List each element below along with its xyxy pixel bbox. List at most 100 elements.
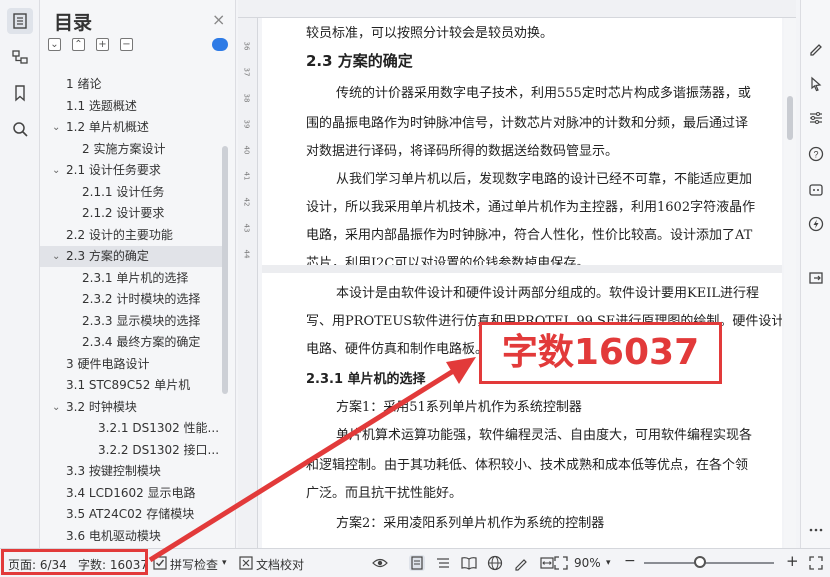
remove-heading-button[interactable]: − bbox=[120, 38, 133, 51]
ruler-number: 42 bbox=[242, 197, 251, 207]
lightning-icon[interactable] bbox=[808, 216, 824, 232]
zoom-out-button[interactable]: − bbox=[624, 553, 636, 569]
toc-scrollbar[interactable] bbox=[222, 146, 228, 394]
document-text-line[interactable]: 围的晶振电路作为时钟脉冲信号，计数芯片对脉冲的计数和分频，最后通过译 bbox=[306, 112, 748, 131]
document-text-line[interactable]: 本设计是由软件设计和硬件设计两部分组成的。软件设计要用KEIL进行程 bbox=[336, 282, 759, 301]
web-view-icon[interactable] bbox=[487, 555, 503, 571]
eye-icon[interactable] bbox=[372, 555, 388, 571]
document-heading[interactable]: 2.3.1 单片机的选择 bbox=[306, 368, 426, 387]
document-text-line[interactable]: 电路，采用内部晶振作为时钟脉冲，符合人性化，性价比较高。设计添加了AT bbox=[306, 224, 752, 243]
document-text-line[interactable]: 方案1：采用51系列单片机作为系统控制器 bbox=[336, 396, 582, 415]
toc-item[interactable]: 3.2.1 DS1302 性能... bbox=[40, 418, 224, 439]
pen-icon[interactable] bbox=[808, 40, 824, 56]
document-text-line[interactable]: 和逻辑控制。由于其功耗低、体积较小、技术成熟和成本低等优点，在各个领 bbox=[306, 454, 748, 473]
add-heading-button[interactable]: + bbox=[96, 38, 109, 51]
toc-item-label: 2.3.1 单片机的选择 bbox=[82, 270, 189, 285]
toc-item[interactable]: 3.3 按键控制模块 bbox=[40, 461, 224, 482]
toc-item-label: 2.3.2 计时模块的选择 bbox=[82, 292, 201, 306]
collapse-all-button[interactable]: ⌄ bbox=[48, 38, 61, 51]
toc-item[interactable]: 2.1.2 设计要求 bbox=[40, 203, 224, 224]
toc-item[interactable]: 3.1 STC89C52 单片机 bbox=[40, 375, 224, 396]
outline-view-icon[interactable] bbox=[435, 555, 451, 571]
word-count-callout: 字数16037 bbox=[479, 322, 722, 384]
bookmark-button[interactable] bbox=[7, 80, 33, 106]
toc-item-label: 2.3.3 显示模块的选择 bbox=[82, 313, 201, 328]
reading-view-icon[interactable] bbox=[461, 555, 477, 571]
chevron-down-icon[interactable]: ⌄ bbox=[52, 246, 60, 267]
ruler-number: 37 bbox=[242, 67, 251, 77]
toc-item[interactable]: 2.3.3 显示模块的选择 bbox=[40, 311, 224, 332]
spell-check-dropdown-icon[interactable]: ▾ bbox=[222, 558, 227, 568]
zoom-in-button[interactable]: + bbox=[786, 552, 799, 570]
document-text-line[interactable]: 单片机算术运算功能强，软件编程灵活、自由度大，可用软件编程实现各 bbox=[336, 424, 752, 443]
write-view-icon[interactable] bbox=[513, 555, 529, 571]
document-text-line[interactable]: 设计，所以我采用单片机技术，通过单片机作为主控器，利用1602字符液晶作 bbox=[306, 196, 755, 215]
toc-item[interactable]: 3.6 电机驱动模块 bbox=[40, 526, 224, 547]
toc-item[interactable]: ⌄ 1.2 单片机概述 bbox=[40, 117, 224, 138]
document-page[interactable]: 较员标准，可以按照分计较会是较员劝换。 2.3 方案的确定传统的计价器采用数字电子… bbox=[262, 18, 782, 548]
toc-panel-button[interactable] bbox=[7, 8, 33, 34]
document-text-line[interactable]: 方案2：采用凌阳系列单片机作为系统的控制器 bbox=[336, 512, 604, 531]
horizontal-ruler[interactable] bbox=[238, 0, 796, 18]
toc-item-label: 3.2 时钟模块 bbox=[66, 399, 137, 414]
toc-item[interactable]: ⌄ 2.1 设计任务要求 bbox=[40, 160, 224, 181]
cloud-sync-icon[interactable] bbox=[212, 38, 228, 51]
cursor-icon[interactable] bbox=[808, 76, 824, 92]
sliders-icon[interactable] bbox=[808, 110, 824, 126]
ai-assistant-icon[interactable] bbox=[808, 182, 824, 198]
right-tools-rail: ? bbox=[800, 0, 830, 548]
zoom-slider-handle[interactable] bbox=[694, 556, 706, 568]
export-icon[interactable] bbox=[808, 270, 824, 286]
chevron-down-icon[interactable]: ⌄ bbox=[52, 397, 60, 418]
ruler-number: 40 bbox=[242, 145, 251, 155]
ruler-number: 44 bbox=[242, 249, 251, 259]
toc-item[interactable]: 2.3.4 最终方案的确定 bbox=[40, 332, 224, 353]
search-button[interactable] bbox=[7, 116, 33, 142]
document-text-line[interactable]: 对数据进行译码，将译码所得的数据送给数码管显示。 bbox=[306, 140, 618, 159]
zoom-dropdown-icon[interactable]: ▾ bbox=[606, 558, 611, 568]
toc-item[interactable]: 2.3.1 单片机的选择 bbox=[40, 268, 224, 289]
scrollbar-thumb[interactable] bbox=[787, 96, 793, 140]
help-icon[interactable]: ? bbox=[808, 146, 824, 162]
navigation-button[interactable] bbox=[7, 44, 33, 70]
document-text-line[interactable]: 传统的计价器采用数字电子技术，利用555定时芯片构成多谐振荡器，或 bbox=[336, 82, 751, 101]
outline-icon bbox=[12, 50, 28, 64]
toc-item[interactable]: 2.1.1 设计任务 bbox=[40, 182, 224, 203]
toc-item-label: 1 绪论 bbox=[66, 77, 102, 91]
doc-check-button[interactable]: 文档校对 bbox=[256, 556, 304, 573]
document-text-line[interactable]: 较员标准，可以按照分计较会是较员劝换。 bbox=[306, 22, 553, 41]
page-view-icon[interactable] bbox=[409, 555, 425, 571]
toc-item[interactable]: ⌄ 3.2 时钟模块 bbox=[40, 397, 224, 418]
fullscreen-icon[interactable] bbox=[553, 555, 569, 571]
toc-item[interactable]: 3 硬件电路设计 bbox=[40, 354, 224, 375]
toc-item-label: 3.1 STC89C52 单片机 bbox=[66, 378, 191, 392]
document-text-line[interactable]: 广泛。而且抗干扰性能好。 bbox=[306, 482, 462, 501]
toc-item-label: 2.3.4 最终方案的确定 bbox=[82, 335, 201, 349]
close-icon[interactable]: × bbox=[212, 10, 225, 29]
doc-check-icon[interactable] bbox=[238, 555, 254, 571]
toc-item[interactable]: 3.4 LCD1602 显示电路 bbox=[40, 483, 224, 504]
vertical-ruler[interactable]: 36 37 38 39 40 41 42 43 44 bbox=[238, 18, 258, 548]
toc-item[interactable]: 3.5 AT24C02 存储模块 bbox=[40, 504, 224, 525]
chevron-down-icon[interactable]: ⌄ bbox=[52, 160, 60, 181]
toc-item[interactable]: 2.3.2 计时模块的选择 bbox=[40, 289, 224, 310]
document-text-line[interactable]: 电路、硬件仿真和制作电路板。 bbox=[306, 338, 488, 357]
document-text-line[interactable]: 从我们学习单片机以后，发现数字电路的设计已经不可靠，不能适应更加 bbox=[336, 168, 752, 187]
toc-item[interactable]: 2 实施方案设计 bbox=[40, 139, 224, 160]
spell-check-button[interactable]: 拼写检查 bbox=[170, 556, 218, 573]
toc-item[interactable]: 3.2.2 DS1302 接口... bbox=[40, 440, 224, 461]
toc-item[interactable]: 2.2 设计的主要功能 bbox=[40, 225, 224, 246]
toc-item[interactable]: 1 绪论 bbox=[40, 74, 224, 95]
expand-all-button[interactable]: ⌃ bbox=[72, 38, 85, 51]
toc-panel: 目录 × ⌄ ⌃ + − 1 绪论 1.1 选题概述 ⌄ 1.2 单片机概述 2 实施方… bbox=[40, 0, 236, 548]
zoom-level[interactable]: 90% bbox=[574, 556, 601, 570]
more-icon[interactable] bbox=[808, 522, 824, 538]
zoom-slider-track[interactable] bbox=[644, 562, 774, 564]
expand-icon[interactable] bbox=[808, 555, 824, 571]
document-heading[interactable]: 2.3 方案的确定 bbox=[306, 50, 413, 71]
ruler-number: 38 bbox=[242, 93, 251, 103]
checkbox-icon[interactable] bbox=[152, 555, 168, 571]
toc-item[interactable]: ⌄ 2.3 方案的确定 bbox=[40, 246, 224, 267]
toc-item[interactable]: 1.1 选题概述 bbox=[40, 96, 224, 117]
chevron-down-icon[interactable]: ⌄ bbox=[52, 117, 60, 138]
